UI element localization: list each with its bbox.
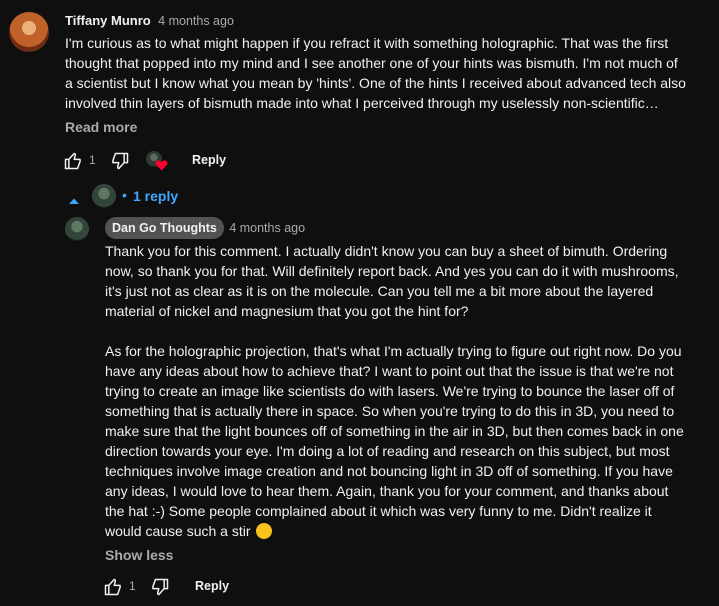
reply-text: Thank you for this comment. I actually d…	[105, 241, 687, 541]
reply-paragraph-2-text: As for the holographic projection, that'…	[105, 343, 684, 539]
laughing-emoji-icon: 😆	[256, 523, 273, 539]
reply-like-count: 1	[129, 579, 136, 593]
comment-text: I'm curious as to what might happen if y…	[65, 35, 686, 111]
replier-mini-avatar	[92, 184, 116, 208]
reply-timestamp[interactable]: 4 months ago	[229, 221, 305, 235]
comment-timestamp[interactable]: 4 months ago	[158, 14, 234, 28]
show-less-button[interactable]: Show less	[105, 547, 173, 563]
comment-header: Tiffany Munro 4 months ago	[65, 12, 234, 30]
reply-author-badge[interactable]: Dan Go Thoughts	[105, 217, 224, 239]
comment-author[interactable]: Tiffany Munro	[65, 13, 151, 28]
reply-avatar[interactable]	[65, 217, 89, 241]
replies-count-label: 1 reply	[133, 188, 179, 204]
reply-reply-button[interactable]: Reply	[195, 579, 229, 593]
heart-icon	[155, 158, 168, 176]
comment-like-count: 1	[89, 153, 96, 167]
creator-heart-badge[interactable]	[146, 151, 170, 173]
reply-header: Dan Go Thoughts 4 months ago	[105, 217, 305, 239]
caret-up-icon	[68, 192, 80, 210]
reply-dislike-icon[interactable]	[150, 577, 170, 597]
reply-paragraph-2: As for the holographic projection, that'…	[105, 341, 687, 541]
like-icon[interactable]	[63, 151, 83, 171]
reply-like-icon[interactable]	[103, 577, 123, 597]
dislike-icon[interactable]	[110, 151, 130, 171]
comment-reply-button[interactable]: Reply	[192, 153, 226, 167]
replies-separator: •	[122, 187, 127, 203]
reply-paragraph-1: Thank you for this comment. I actually d…	[105, 243, 679, 319]
commenter-avatar[interactable]	[9, 12, 49, 52]
read-more-button[interactable]: Read more	[65, 119, 137, 135]
